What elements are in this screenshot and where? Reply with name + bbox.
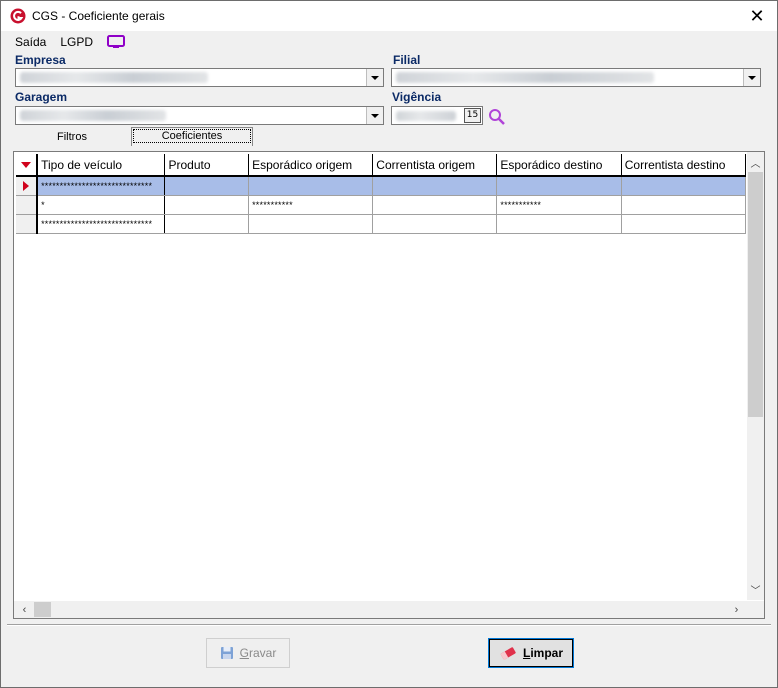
monitor-icon[interactable] <box>107 35 126 49</box>
col-header-correntista-destino[interactable]: Correntista destino <box>621 154 746 177</box>
garagem-value-redacted <box>20 110 166 121</box>
scroll-left-icon[interactable]: ‹ <box>16 601 33 618</box>
vertical-scroll-thumb[interactable] <box>748 172 763 417</box>
empresa-label: Empresa <box>15 53 66 67</box>
scroll-down-icon[interactable]: ﹀ <box>747 581 764 598</box>
table-row[interactable]: * *********** *********** <box>16 195 746 215</box>
garagem-label: Garagem <box>15 90 68 104</box>
chevron-down-icon[interactable] <box>366 69 383 86</box>
chevron-down-icon[interactable] <box>366 107 383 124</box>
indicator-header <box>16 154 39 177</box>
limpar-button[interactable]: Limpar <box>488 638 574 668</box>
table-cell[interactable] <box>248 214 374 234</box>
gravar-label: Gravar <box>239 646 277 660</box>
table-cell[interactable]: ****************************** <box>37 214 166 234</box>
search-icon[interactable] <box>488 108 506 126</box>
eraser-icon <box>500 647 516 660</box>
table-row[interactable]: ****************************** <box>16 176 746 196</box>
empresa-select[interactable] <box>15 68 384 87</box>
table-cell[interactable] <box>496 176 622 196</box>
table-cell[interactable] <box>164 176 250 196</box>
filial-select[interactable] <box>391 68 761 87</box>
table-cell[interactable] <box>372 176 498 196</box>
scroll-corner <box>747 601 764 618</box>
table-cell[interactable]: *********** <box>496 195 622 215</box>
tab-coeficientes-label: Coeficientes <box>132 129 252 143</box>
table-row[interactable]: ****************************** <box>16 214 746 234</box>
calendar-icon[interactable]: 15 <box>464 108 481 123</box>
app-logo-icon <box>10 8 26 24</box>
tab-coeficientes[interactable]: Coeficientes <box>131 127 253 146</box>
table-cell[interactable] <box>621 176 746 196</box>
save-icon <box>220 647 233 659</box>
col-header-tipo-veiculo[interactable]: Tipo de veículo <box>37 154 166 177</box>
title-bar[interactable]: CGS - Coeficiente gerais ✕ <box>1 1 777 31</box>
vigencia-value-redacted <box>396 111 456 121</box>
row-indicator[interactable] <box>16 176 39 196</box>
row-indicator[interactable] <box>16 195 39 215</box>
table-cell[interactable] <box>164 195 250 215</box>
menu-bar: Saída LGPD <box>15 33 126 51</box>
vigencia-date-field[interactable]: 15 <box>391 106 483 125</box>
table-cell[interactable]: ****************************** <box>37 176 166 196</box>
close-icon: ✕ <box>749 5 765 26</box>
filial-value-redacted <box>396 72 654 83</box>
scroll-up-icon[interactable]: ︿ <box>747 154 764 171</box>
empresa-value-redacted <box>20 72 208 83</box>
table-cell[interactable]: *********** <box>248 195 374 215</box>
window-title: CGS - Coeficiente gerais <box>32 9 165 23</box>
filial-label: Filial <box>393 53 421 67</box>
table-cell[interactable] <box>248 176 374 196</box>
horizontal-scrollbar[interactable]: ‹ › <box>14 601 747 618</box>
current-row-icon <box>23 180 30 191</box>
header-row: Tipo de veículo Produto Esporádico orige… <box>16 154 746 177</box>
footer-divider <box>7 624 771 626</box>
coefficients-grid: Tipo de veículo Produto Esporádico orige… <box>13 151 765 619</box>
table-cell[interactable] <box>621 195 746 215</box>
dialog-window: CGS - Coeficiente gerais ✕ Saída LGPD Em… <box>0 0 778 688</box>
menu-item-lgpd[interactable]: LGPD <box>60 35 93 49</box>
vertical-scrollbar[interactable]: ︿ ﹀ <box>747 152 764 600</box>
table-cell[interactable] <box>496 214 622 234</box>
vigencia-label: Vigência <box>392 90 442 104</box>
table-cell[interactable] <box>372 214 498 234</box>
garagem-select[interactable] <box>15 106 384 125</box>
row-indicator[interactable] <box>16 214 39 234</box>
menu-item-saida[interactable]: Saída <box>15 35 46 49</box>
table-cell[interactable]: * <box>37 195 166 215</box>
grid-viewport: Tipo de veículo Produto Esporádico orige… <box>16 154 746 598</box>
col-header-esporadico-origem[interactable]: Esporádico origem <box>248 154 374 177</box>
chevron-down-icon[interactable] <box>743 69 760 86</box>
col-header-correntista-origem[interactable]: Correntista origem <box>372 154 498 177</box>
tab-filtros[interactable]: Filtros <box>13 128 131 148</box>
gravar-button[interactable]: Gravar <box>206 638 290 668</box>
col-header-produto[interactable]: Produto <box>164 154 250 177</box>
table-cell[interactable] <box>164 214 250 234</box>
limpar-label: Limpar <box>522 646 564 660</box>
col-header-esporadico-destino[interactable]: Esporádico destino <box>496 154 622 177</box>
close-button[interactable]: ✕ <box>737 1 777 31</box>
scroll-right-icon[interactable]: › <box>728 601 745 618</box>
data-table: Tipo de veículo Produto Esporádico orige… <box>16 154 746 234</box>
horizontal-scroll-thumb[interactable] <box>34 602 51 617</box>
table-cell[interactable] <box>621 214 746 234</box>
sort-down-icon <box>21 161 32 168</box>
table-cell[interactable] <box>372 195 498 215</box>
